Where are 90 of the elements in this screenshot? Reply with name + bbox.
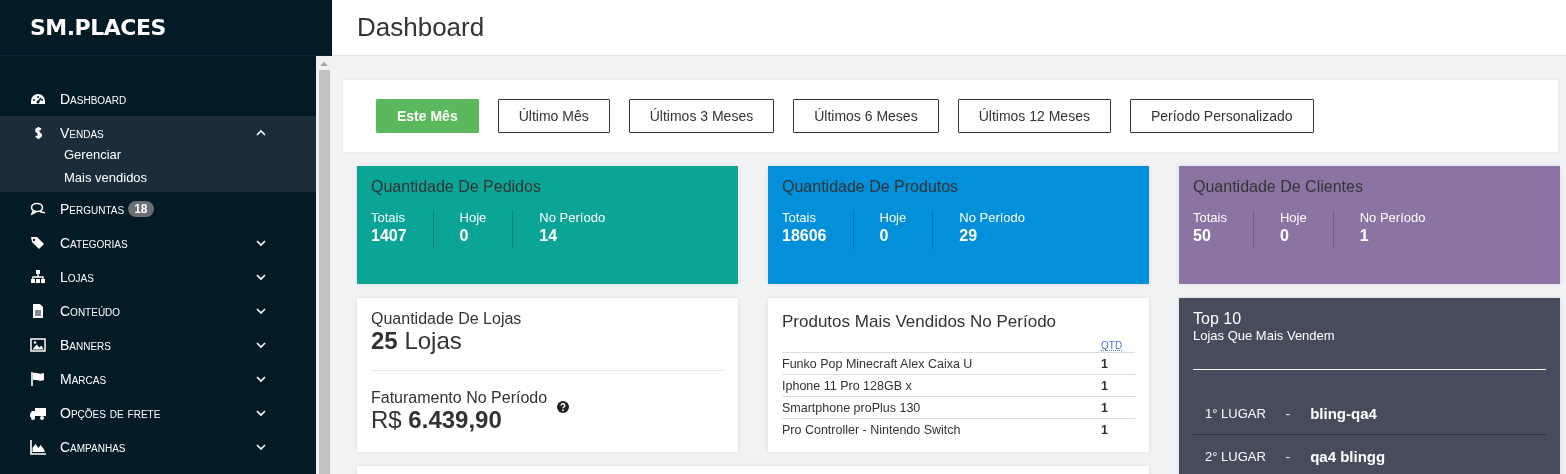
period-button[interactable]: Últimos 12 Meses [957,99,1111,133]
sidebar-item-label: Perguntas [60,201,125,217]
sitemap-icon [30,269,46,285]
chevron-icon [256,408,266,418]
chevron-icon [256,306,266,316]
metric-label: Totais [371,210,406,225]
metric-value: 50 [1193,227,1212,245]
image-icon [30,337,46,353]
card-subtitle: Lojas Que Mais Vendem [1193,328,1336,343]
sidebar-item[interactable]: Banners [0,328,316,362]
chevron-icon [256,340,266,350]
product-name: Funko Pop Minecraft Alex Caixa U [782,356,973,371]
store-count: 25 Lojas [371,328,463,354]
document-icon [30,303,46,319]
product-name: Iphone 11 Pro 128GB x [782,378,912,393]
product-name: Smartphone proPlus 130 [782,400,921,415]
sidebar-item[interactable]: Marcas [0,362,316,396]
help-icon[interactable] [557,401,570,413]
chat-bubbles-icon [30,201,46,217]
card-title: Faturamento No Período [371,389,548,407]
sidebar-item-label: Vendas [60,125,104,141]
separator: - [1285,405,1291,421]
quantity: 1 [1101,356,1108,371]
metric-value: 1407 [371,227,407,245]
metric-label: Totais [782,210,817,225]
card-title: Quantidade De Clientes [1193,178,1364,196]
sidebar-item[interactable]: Opções de frete [0,396,316,430]
sidebar-item-label: Opções de frete [60,405,161,421]
metric-label: Hoje [879,210,907,225]
quantity: 1 [1101,378,1108,393]
card-title: Quantidade De Pedidos [371,178,542,196]
sidebar-item[interactable]: Lojas [0,260,316,294]
scrollbar[interactable] [316,56,332,474]
card-title: Produtos Mais Vendidos No Período [782,312,1058,332]
submenu-item[interactable]: Mais vendidos [0,167,316,190]
sidebar-item[interactable]: Categorias [0,226,316,260]
page-title: Dashboard [357,12,485,43]
quantity: 1 [1101,422,1108,437]
metric-value: 0 [879,227,890,245]
sidebar-item-label: Campanhas [60,439,126,455]
sidebar-item[interactable]: Dashboard [0,82,316,116]
store-name: bling-qa4 [1310,404,1377,422]
logo[interactable]: SM.PLACES [30,15,166,40]
revenue-value: R$ 6.439,90 [371,407,503,433]
product-name: Pro Controller - Nintendo Switch [782,422,961,437]
metric-value: 29 [959,227,979,245]
quantity: 1 [1101,400,1108,415]
sidebar-item[interactable]: Perguntas 18 [0,192,316,226]
rank-label: 2° LUGAR [1205,448,1266,464]
metric-label: No Período [539,210,606,225]
rank-label: 1° LUGAR [1205,405,1266,421]
chevron-icon [256,442,266,452]
metric-label: No Período [959,210,1025,225]
sidebar-item-label: Dashboard [60,91,127,107]
metric-value: 0 [459,227,470,245]
card-title: Quantidade De Produtos [782,178,960,196]
card-title: Top 10 [1193,310,1243,328]
area-chart-icon [30,439,46,455]
sidebar-item[interactable]: Campanhas [0,430,316,464]
tag-icon [30,235,46,251]
metric-value: 0 [1279,227,1290,245]
sidebar-item-label: Banners [60,337,111,353]
column-header: QTD [1101,340,1123,351]
sidebar-item-label: Marcas [60,371,107,387]
sidebar-item-label: Lojas [60,269,94,285]
chevron-icon [256,128,266,138]
chevron-icon [256,238,266,248]
period-button[interactable]: Últimos 6 Meses [793,99,939,133]
sidebar-item-label: Conteúdo [60,303,121,319]
sidebar-item-label: Categorias [60,235,128,251]
period-button[interactable]: Último Mês [497,99,610,133]
separator: - [1285,448,1291,464]
gauge-icon [30,91,46,107]
period-button[interactable]: Últimos 3 Meses [628,99,775,133]
period-button[interactable]: Período Personalizado [1129,99,1314,133]
metric-label: Totais [1193,210,1227,225]
metric-value: 14 [539,227,559,245]
chevron-icon [256,374,266,384]
count-badge: 18 [128,201,154,217]
card-title: Quantidade De Lojas [371,310,523,328]
flag-icon [30,371,46,387]
metric-value: 18606 [782,227,827,245]
metric-label: No Período [1359,210,1426,225]
truck-icon [30,405,46,421]
metric-value: 1 [1359,227,1370,245]
metric-label: Hoje [1279,210,1307,225]
sidebar-item[interactable]: Conteúdo [0,294,316,328]
chevron-icon [256,272,266,282]
store-name: qa4 blingg [1310,447,1386,465]
metric-label: Hoje [459,210,487,225]
